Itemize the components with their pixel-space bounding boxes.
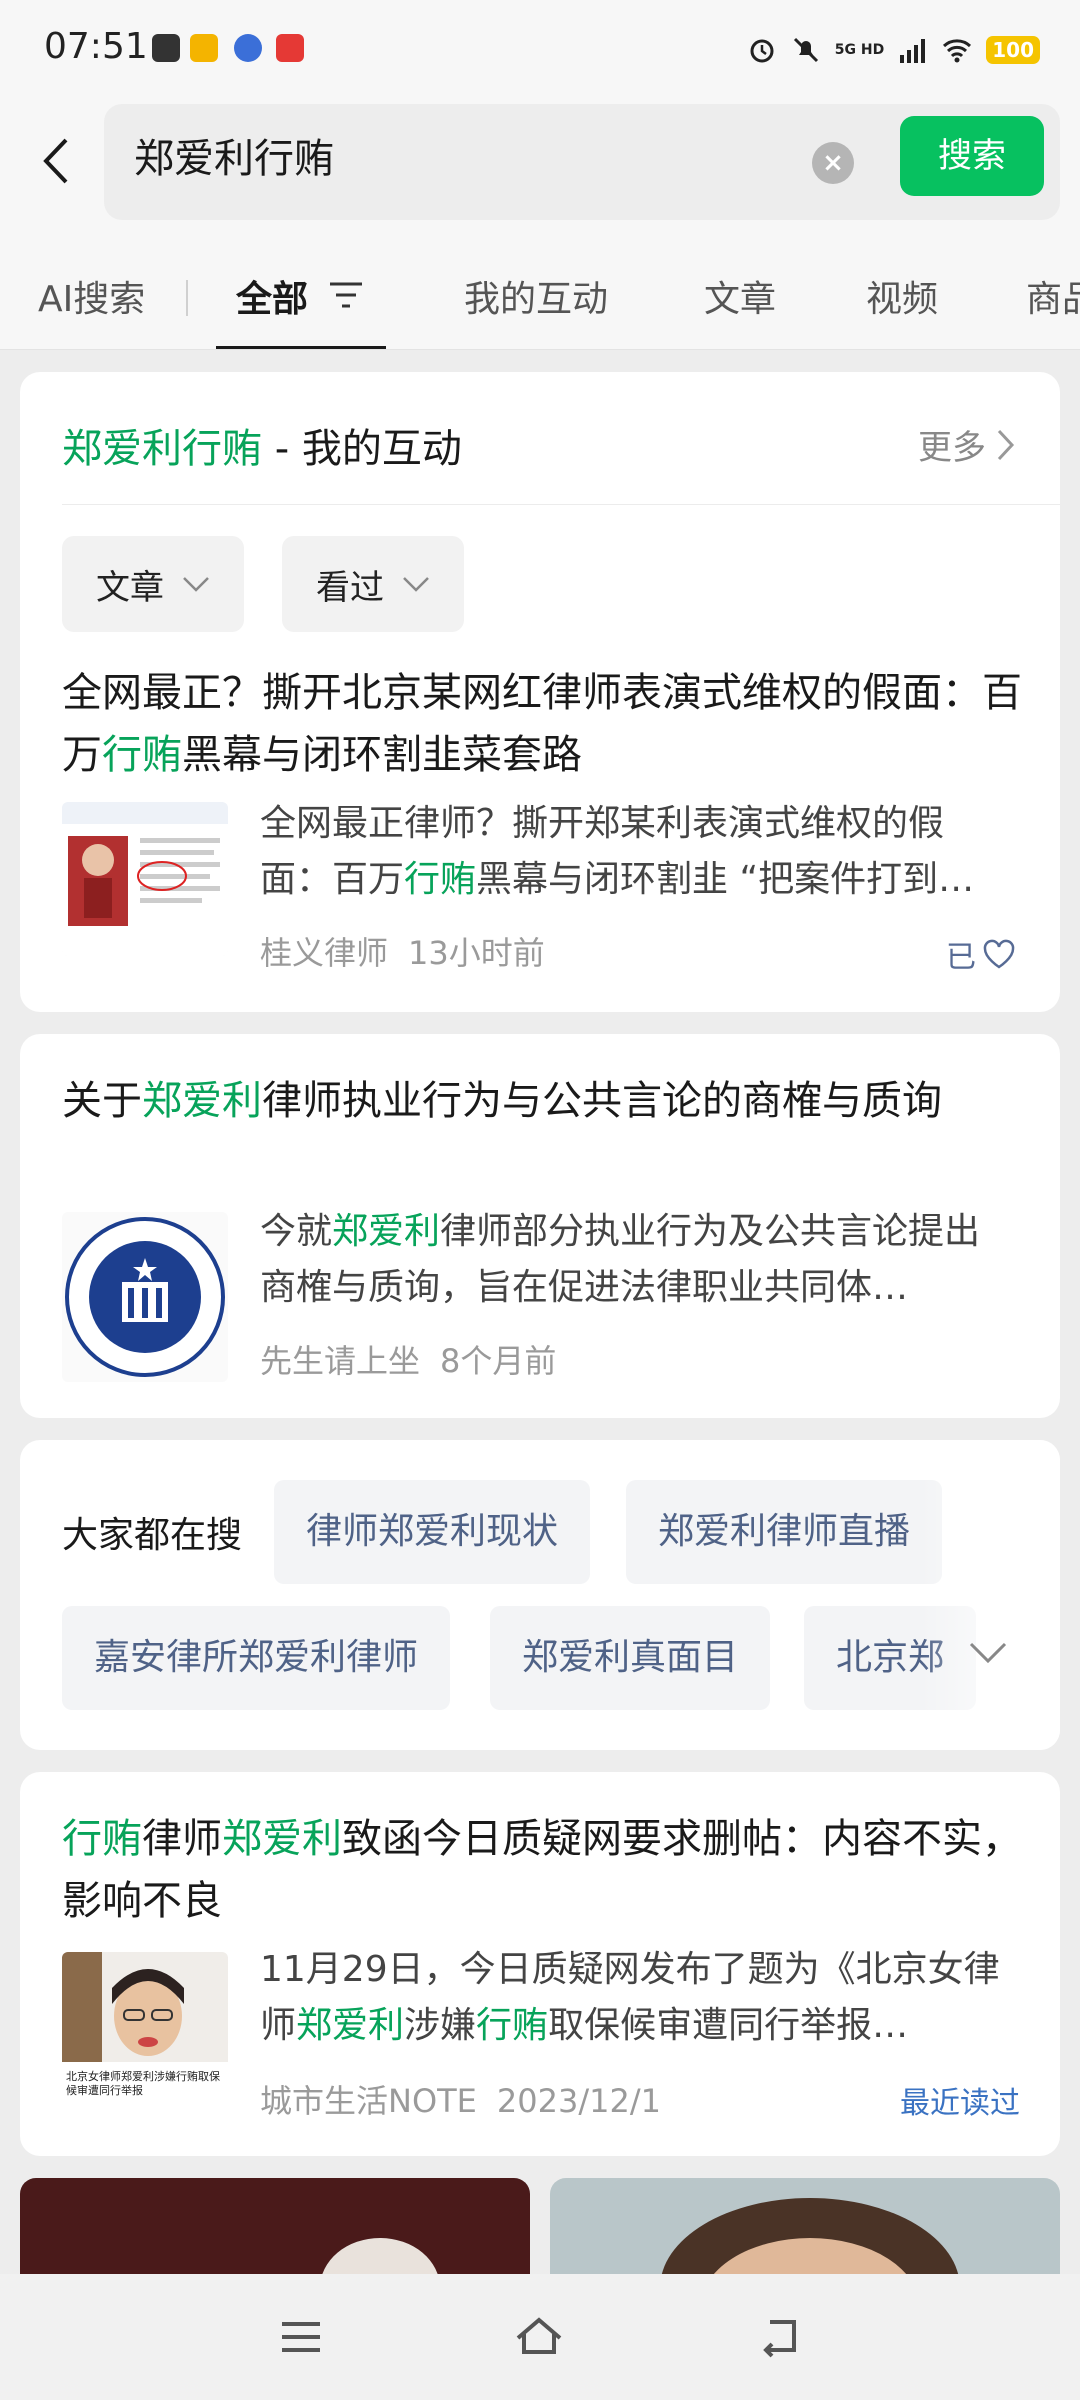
chevron-down-icon — [403, 577, 429, 592]
article-card[interactable]: 关于郑爱利律师执业行为与公共言论的商榷与质询 今就郑爱利律师部分执业行为及公共言… — [20, 1034, 1060, 1418]
portrait-thumbnail — [62, 1952, 228, 2062]
recently-read-label: 最近读过 — [900, 2086, 1020, 2121]
tab-videos[interactable]: 视频 — [866, 270, 938, 322]
article-thumbnail[interactable] — [62, 802, 228, 956]
article-snippet: 今就郑爱利律师部分执业行为及公共言论提出商榷与质询，旨在促进法律职业共同体… — [260, 1211, 981, 1308]
network-label: 5G HD — [834, 42, 885, 58]
battery-indicator: 100 — [986, 36, 1040, 64]
hot-search-label: 大家都在搜 — [62, 1515, 243, 1556]
article-time: 2023/12/1 — [496, 2082, 661, 2120]
system-nav-bar — [0, 2274, 1080, 2400]
back-icon[interactable] — [756, 2314, 806, 2360]
article-card[interactable]: 行贿律师郑爱利致函今日质疑网要求删帖：内容不实，影响不良 北京女律师郑爱利涉嫌行… — [20, 1772, 1060, 2156]
video-thumbnail[interactable] — [20, 2178, 530, 2278]
hot-search-chip[interactable]: 郑爱利律师直播 — [626, 1480, 943, 1584]
article-source: 城市生活NOTE — [260, 2082, 477, 2120]
tab-my-interactions[interactable]: 我的互动 — [464, 270, 608, 322]
article-meta: 桂义律师 13小时前 — [260, 928, 565, 974]
article-title[interactable]: 关于郑爱利律师执业行为与公共言论的商榷与质询 — [62, 1070, 1022, 1132]
fade-overlay — [920, 1590, 1060, 1750]
search-input[interactable] — [134, 132, 734, 178]
fade-overlay — [920, 1440, 1060, 1590]
weibo-icon — [190, 34, 218, 62]
tab-products[interactable]: 商品 — [1026, 270, 1080, 322]
article-source: 先生请上坐 — [260, 1342, 421, 1380]
article-thumbnail[interactable]: 北京女律师郑爱利涉嫌行贿取保候审遭同行举报 — [62, 1952, 228, 2120]
article-meta: 城市生活NOTE 2023/12/1 — [260, 2076, 681, 2122]
hot-search-chip[interactable]: 郑爱利真面目 — [490, 1606, 771, 1710]
chevron-right-icon — [997, 429, 1015, 460]
active-tab-indicator — [216, 346, 386, 349]
article-time: 8个月前 — [440, 1342, 557, 1380]
chevron-down-icon — [183, 577, 209, 592]
back-arrow-icon[interactable] — [38, 136, 74, 186]
news-app-icon — [276, 34, 304, 62]
filter-viewed-dropdown[interactable]: 看过 — [282, 536, 464, 632]
filter-icon[interactable] — [328, 280, 364, 310]
home-icon[interactable] — [514, 2314, 564, 2360]
divider — [62, 504, 1060, 505]
article-source: 桂义律师 — [260, 934, 389, 972]
thumbnail-caption: 北京女律师郑爱利涉嫌行贿取保候审遭同行举报 — [66, 2070, 220, 2097]
article-meta: 先生请上坐 8个月前 — [260, 1336, 576, 1382]
baidu-icon — [234, 34, 262, 62]
tab-ai-search[interactable]: AI搜索 — [38, 270, 145, 322]
video-thumbnail[interactable] — [550, 2178, 1060, 2278]
status-time: 07:51 — [44, 26, 148, 67]
status-bar: 07:51 5G HD 100 — [0, 0, 1080, 96]
expand-chevron-icon[interactable] — [968, 1640, 1008, 1666]
wifi-icon — [943, 39, 972, 63]
tab-separator — [186, 280, 188, 316]
tab-all[interactable]: 全部 — [236, 270, 308, 322]
section-title: 郑爱利行贿 - 我的互动 — [62, 426, 462, 472]
tab-articles[interactable]: 文章 — [704, 270, 776, 322]
lawyer-profile-thumbnail — [62, 802, 228, 956]
hot-search-chip[interactable]: 律师郑爱利现状 — [274, 1480, 591, 1584]
article-title[interactable]: 行贿律师郑爱利致函今日质疑网要求删帖：内容不实，影响不良 — [62, 1808, 1022, 1932]
article-time: 13小时前 — [408, 934, 545, 972]
article-snippet: 全网最正律师？撕开郑某利表演式维权的假面：百万行贿黑幕与闭环割韭 “把案件打到… — [260, 803, 975, 900]
filter-article-dropdown[interactable]: 文章 — [62, 536, 244, 632]
article-title[interactable]: 全网最正？撕开北京某网红律师表演式维权的假面：百万行贿黑幕与闭环割韭菜套路 — [62, 662, 1022, 786]
search-box[interactable]: × 搜索 — [104, 104, 1060, 220]
mute-icon — [793, 37, 818, 63]
clear-icon[interactable]: × — [812, 142, 854, 184]
hot-search-chip[interactable]: 嘉安律所郑爱利律师 — [62, 1606, 451, 1710]
checklist-icon — [152, 34, 180, 62]
liked-indicator: 已 — [946, 932, 1016, 976]
interaction-card: 郑爱利行贿 - 我的互动 更多 文章 看过 全网最正？撕开北京某网红律师表演式维… — [20, 372, 1060, 1012]
tab-bar: AI搜索 全部 我的互动 文章 视频 商品 — [0, 228, 1080, 350]
more-link[interactable]: 更多 — [918, 420, 1016, 469]
search-header: × 搜索 — [0, 96, 1080, 228]
hot-search-card: 大家都在搜 律师郑爱利现状 郑爱利律师直播 嘉安律所郑爱利律师 郑爱利真面目 北… — [20, 1440, 1060, 1750]
article-snippet: 11月29日，今日质疑网发布了题为《北京女律师郑爱利涉嫌行贿取保候审遭同行举报… — [260, 1949, 1000, 2046]
signal-icon — [900, 39, 926, 63]
search-button[interactable]: 搜索 — [900, 116, 1044, 196]
alarm-icon — [750, 39, 774, 63]
chinese-lawyer-logo — [62, 1212, 228, 1382]
menu-icon[interactable] — [276, 2314, 326, 2360]
heart-icon — [983, 939, 1015, 969]
